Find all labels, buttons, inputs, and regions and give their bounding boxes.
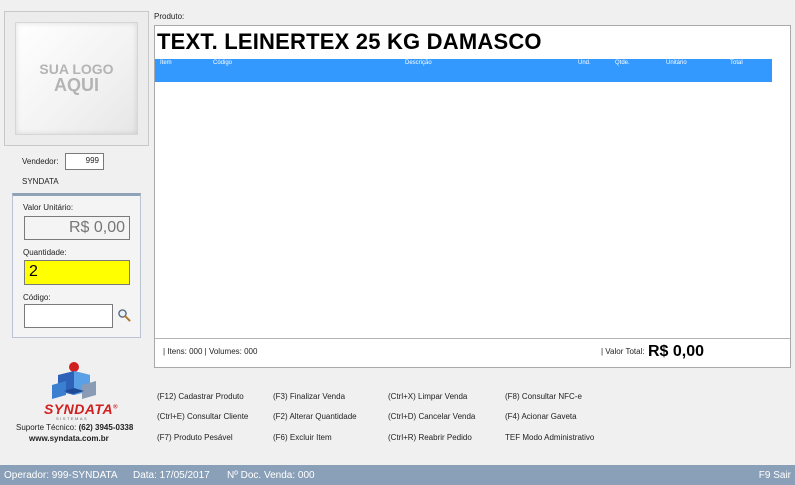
vendedor-name: SYNDATA [22, 177, 59, 186]
logo-placeholder: SUA LOGO AQUI [15, 22, 138, 135]
col-header-qtde[interactable]: Qtde. [615, 60, 630, 66]
support-phone: (62) 3945-0338 [78, 423, 134, 432]
sale-items-panel: TEXT. LEINERTEX 25 KG DAMASCO Item Códig… [154, 25, 791, 368]
items-grid-header: Item Código Descrição Und. Qtde. Unitári… [155, 59, 772, 69]
shortcut-alterar-quantidade[interactable]: (F2) Alterar Quantidade [273, 412, 357, 421]
shortcut-limpar-venda[interactable]: (Ctrl+X) Limpar Venda [388, 392, 467, 401]
col-header-descricao[interactable]: Descrição [405, 60, 432, 66]
valor-unitario-field: R$ 0,00 [24, 216, 130, 240]
status-doc-venda: Nº Doc. Venda: 000 [227, 470, 315, 481]
shortcut-cadastrar-produto[interactable]: (F12) Cadastrar Produto [157, 392, 244, 401]
valor-total-label: | Valor Total: [601, 347, 645, 356]
company-logo-frame: SUA LOGO AQUI [4, 11, 149, 146]
status-bar: Operador: 999-SYNDATA Data: 17/05/2017 N… [0, 465, 795, 485]
magnifier-icon[interactable] [117, 308, 131, 322]
support-label: Suporte Técnico: [16, 423, 77, 432]
syndata-brand-name: SYNDATA® [44, 401, 118, 417]
codigo-input[interactable] [24, 304, 113, 328]
shortcut-consultar-nfce[interactable]: (F8) Consultar NFC-e [505, 392, 582, 401]
shortcut-excluir-item[interactable]: (F6) Excluir Item [273, 433, 332, 442]
col-header-total[interactable]: Total [730, 60, 743, 66]
syndata-website: www.syndata.com.br [29, 434, 109, 443]
col-header-item[interactable]: Item [160, 60, 172, 66]
quantidade-input[interactable]: 2 [24, 260, 130, 285]
brand-name-text: SYNDATA [44, 401, 114, 417]
valor-unitario-label: Valor Unitário: [23, 203, 74, 212]
shortcut-reabrir-pedido[interactable]: (Ctrl+R) Reabrir Pedido [388, 433, 472, 442]
shortcut-consultar-cliente[interactable]: (Ctrl+E) Consultar Cliente [157, 412, 248, 421]
status-operador: Operador: 999-SYNDATA [4, 470, 118, 481]
sair-button[interactable]: F9 Sair [759, 470, 791, 481]
col-header-unitario[interactable]: Unitário [666, 60, 687, 66]
status-data: Data: 17/05/2017 [133, 470, 210, 481]
item-entry-panel: Valor Unitário: R$ 0,00 Quantidade: 2 Có… [12, 193, 141, 338]
support-info: Suporte Técnico: (62) 3945-0338 [16, 423, 133, 432]
vendedor-label: Vendedor: [22, 157, 59, 166]
items-volumes-info: | Itens: 000 | Volumes: 000 [163, 347, 258, 356]
vendedor-code-input[interactable]: 999 [65, 153, 104, 170]
logo-placeholder-line2: AQUI [54, 75, 99, 96]
footer-divider [155, 338, 790, 339]
col-header-codigo[interactable]: Código [213, 60, 232, 66]
valor-total-value: R$ 0,00 [648, 343, 705, 360]
shortcut-cancelar-venda[interactable]: (Ctrl+D) Cancelar Venda [388, 412, 475, 421]
brand-reg-mark: ® [113, 404, 119, 411]
col-header-und[interactable]: Und. [578, 60, 591, 66]
shortcut-tef-modo-administrativo[interactable]: TEF Modo Administrativo [505, 433, 594, 442]
produto-label: Produto: [154, 12, 185, 21]
quantidade-label: Quantidade: [23, 248, 67, 257]
shortcut-produto-pesavel[interactable]: (F7) Produto Pesável [157, 433, 233, 442]
shortcut-finalizar-venda[interactable]: (F3) Finalizar Venda [273, 392, 345, 401]
codigo-label: Código: [23, 293, 51, 302]
current-product-name: TEXT. LEINERTEX 25 KG DAMASCO [157, 29, 542, 54]
table-row-selected[interactable] [155, 69, 772, 82]
shortcut-acionar-gaveta[interactable]: (F4) Acionar Gaveta [505, 412, 577, 421]
syndata-brand-sub: SISTEMAS [56, 416, 89, 421]
logo-placeholder-line1: SUA LOGO [39, 60, 114, 77]
